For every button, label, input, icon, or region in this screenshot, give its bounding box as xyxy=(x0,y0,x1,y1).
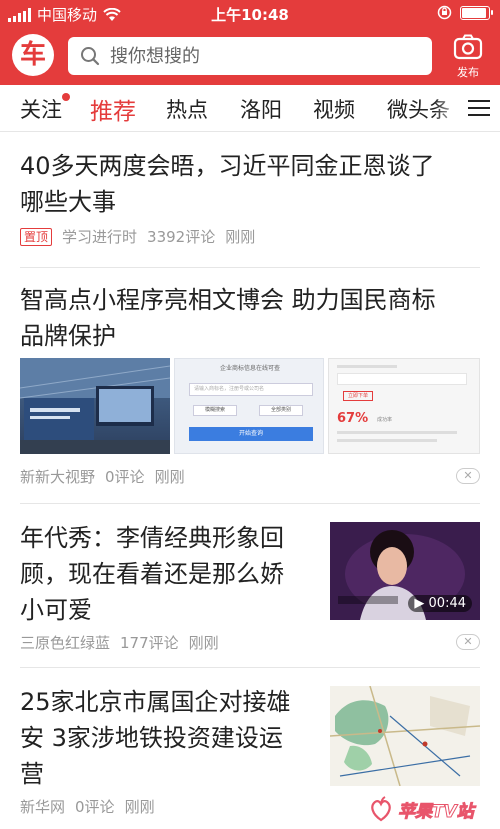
article-image[interactable]: 立即下单 67% 成功率 xyxy=(328,358,480,454)
title-line: 25家北京市属国企对接雄 xyxy=(20,688,291,716)
title-line: 营 xyxy=(20,760,44,788)
article-source[interactable]: 学习进行时 xyxy=(62,226,137,247)
status-right xyxy=(437,5,493,20)
search-input[interactable] xyxy=(110,45,410,67)
comment-count: 0评论 xyxy=(75,798,115,816)
image-line xyxy=(337,365,397,368)
title-line: 小可爱 xyxy=(20,596,92,624)
watermark: 苹果TV站 xyxy=(368,794,494,824)
channel-tabs: 关注 推荐 热点 洛阳 视频 微头条 xyxy=(0,85,500,132)
image-line xyxy=(337,431,457,434)
publish-time: 刚刚 xyxy=(188,634,219,652)
status-bar: 中国移动 上午10:48 xyxy=(0,0,500,28)
article-image[interactable] xyxy=(20,358,170,454)
article-source[interactable]: 三原色红绿蓝 xyxy=(20,632,110,653)
article-source[interactable]: 新新大视野 xyxy=(20,466,95,487)
image-button: 开始查询 xyxy=(189,427,313,441)
feed-item[interactable]: 年代秀：李倩经典形象回 顾，现在看着还是那么娇 小可爱 ▶ 00:44 三原色红… xyxy=(0,504,500,668)
image-link: 立即下单 xyxy=(343,391,374,401)
search-icon xyxy=(81,47,100,66)
title-line: 40多天两度会晤，习近平同金正恩谈了 xyxy=(20,152,435,180)
tab-video[interactable]: 视频 xyxy=(313,94,355,124)
tab-hot[interactable]: 热点 xyxy=(166,94,208,124)
article-title[interactable]: 年代秀：李倩经典形象回 顾，现在看着还是那么娇 小可爱 xyxy=(20,520,284,628)
tab-notification-dot xyxy=(62,93,70,101)
article-image[interactable]: 企业商标信息在线可查 请输入商标名，注册号或公司名 模糊搜索 全部类别 开始查询 xyxy=(174,358,324,454)
title-line: 安 3家涉地铁投资建设运 xyxy=(20,724,283,752)
app-logo[interactable]: 车 xyxy=(12,34,54,76)
video-duration-badge: ▶ 00:44 xyxy=(408,595,472,612)
image-percent: 67% xyxy=(337,411,369,426)
dismiss-icon[interactable]: ✕ xyxy=(456,468,480,484)
publish-time: 刚刚 xyxy=(124,798,155,816)
image-heading: 企业商标信息在线可查 xyxy=(219,365,280,372)
tab-recommended[interactable]: 推荐 xyxy=(90,92,136,126)
comment-count: 3392评论 xyxy=(147,228,216,246)
camera-icon xyxy=(453,34,483,60)
publish-button[interactable]: 发布 xyxy=(446,34,490,80)
title-line: 智高点小程序亮相文博会 助力国民商标 xyxy=(20,286,436,314)
title-line: 品牌保护 xyxy=(20,322,116,350)
article-meta: 新新大视野 0评论 刚刚 xyxy=(20,466,185,487)
article-meta: 新华网 0评论 刚刚 xyxy=(20,796,155,817)
watermark-logo-icon xyxy=(371,796,391,822)
title-line: 顾，现在看着还是那么娇 xyxy=(20,560,284,588)
image-button: 模糊搜索 xyxy=(193,405,237,416)
channel-menu-icon[interactable] xyxy=(460,85,500,131)
article-source[interactable]: 新华网 xyxy=(20,796,65,817)
orientation-lock-icon xyxy=(437,5,452,20)
search-bar[interactable] xyxy=(68,37,432,75)
dismiss-icon[interactable]: ✕ xyxy=(456,634,480,650)
exhibition-hall-image xyxy=(20,358,170,454)
article-image[interactable] xyxy=(330,686,480,786)
play-icon: ▶ xyxy=(414,596,425,611)
feed-item[interactable]: 智高点小程序亮相文博会 助力国民商标 品牌保护 企业商标信息在线可查 请输入商标… xyxy=(0,268,500,504)
video-duration: 00:44 xyxy=(428,596,466,611)
image-line xyxy=(337,373,467,385)
video-thumbnail[interactable]: ▶ 00:44 xyxy=(330,522,480,620)
pinned-badge: 置顶 xyxy=(20,227,53,246)
title-line: 年代秀：李倩经典形象回 xyxy=(20,524,284,552)
watermark-text: 苹果TV站 xyxy=(398,801,475,822)
title-line: 哪些大事 xyxy=(20,188,116,216)
article-meta: 置顶 学习进行时 3392评论 刚刚 xyxy=(20,226,255,247)
publish-time: 刚刚 xyxy=(225,228,256,246)
comment-count: 177评论 xyxy=(120,634,179,652)
image-label: 成功率 xyxy=(377,417,393,423)
app-header: 车 发布 xyxy=(0,28,500,85)
article-title[interactable]: 25家北京市属国企对接雄 安 3家涉地铁投资建设运 营 xyxy=(20,684,291,792)
article-meta: 三原色红绿蓝 177评论 刚刚 xyxy=(20,632,219,653)
image-line xyxy=(337,439,437,442)
article-title[interactable]: 40多天两度会晤，习近平同金正恩谈了 哪些大事 xyxy=(20,148,435,220)
tab-luoyang[interactable]: 洛阳 xyxy=(240,94,282,124)
status-time: 上午10:48 xyxy=(211,6,289,24)
article-title[interactable]: 智高点小程序亮相文博会 助力国民商标 品牌保护 xyxy=(20,282,436,354)
image-button: 全部类别 xyxy=(259,405,303,416)
comment-count: 0评论 xyxy=(105,468,145,486)
battery-icon xyxy=(460,5,493,20)
publish-label: 发布 xyxy=(457,66,479,79)
publish-time: 刚刚 xyxy=(154,468,185,486)
feed-item[interactable]: 40多天两度会晤，习近平同金正恩谈了 哪些大事 置顶 学习进行时 3392评论 … xyxy=(0,132,500,268)
map-image xyxy=(330,686,480,786)
image-input: 请输入商标名，注册号或公司名 xyxy=(189,383,313,396)
tab-follow[interactable]: 关注 xyxy=(20,94,62,124)
